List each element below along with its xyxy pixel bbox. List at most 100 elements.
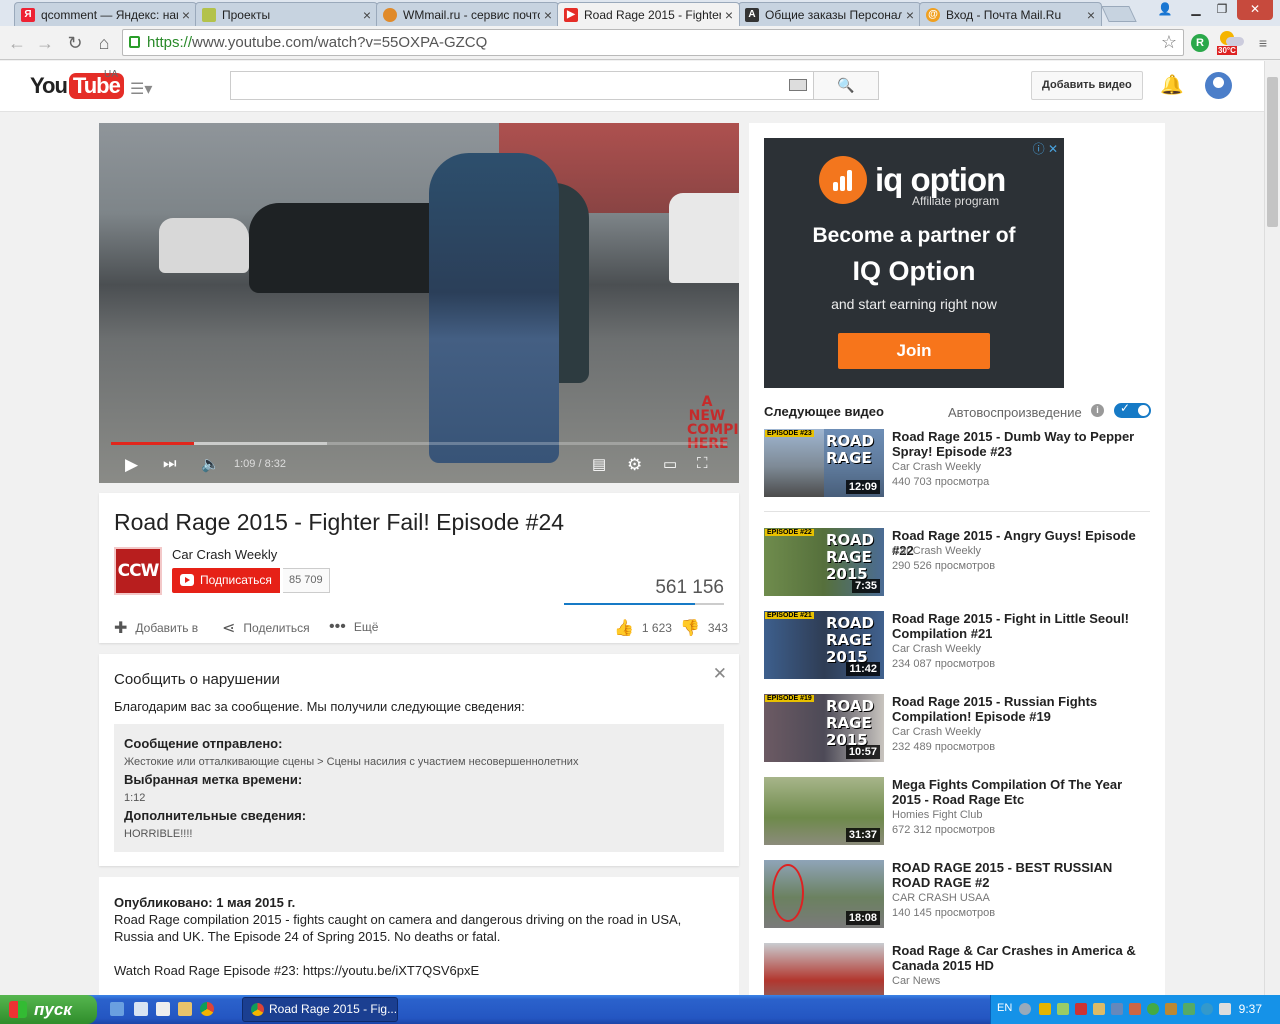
close-icon[interactable]: ✕ (713, 664, 727, 684)
forward-icon[interactable]: → (34, 32, 56, 54)
video-title[interactable]: Road Rage 2015 - Russian Fights Compilat… (892, 694, 1148, 724)
next-icon[interactable]: ⏭ (163, 455, 177, 472)
video-thumbnail[interactable]: ROAD RAGE EPISODE #23 12:09 (764, 429, 884, 497)
extension-icon[interactable]: R (1191, 34, 1209, 52)
video-thumbnail[interactable] (764, 943, 884, 995)
ad-join-button[interactable]: Join (838, 333, 990, 369)
chrome-icon[interactable] (200, 1002, 214, 1016)
browser-tab[interactable]: Я qcomment — Яндекс: наш × (14, 2, 197, 26)
video-title[interactable]: ROAD RAGE 2015 - BEST RUSSIAN ROAD RAGE … (892, 860, 1148, 890)
guide-menu-icon[interactable]: ☰▾ (130, 79, 152, 99)
browser-tab[interactable]: WMmail.ru - сервис почто × (376, 2, 559, 26)
reload-icon[interactable]: ↻ (64, 32, 86, 54)
list-item[interactable]: 31:37 Mega Fights Compilation Of The Yea… (764, 777, 1150, 845)
subtitles-icon[interactable]: ▤ (592, 455, 606, 473)
start-button[interactable]: пуск (0, 995, 97, 1024)
tools-icon[interactable] (178, 1002, 192, 1016)
video-player[interactable]: A NEW COMPILATION HERE ▶ ⏭ 🔈 1:09 / 8:32… (99, 123, 739, 483)
like-button[interactable]: 👍 1 623 (614, 618, 672, 638)
minimize-button[interactable]: ▁ (1183, 0, 1209, 20)
volume-icon[interactable]: 🔈 (201, 455, 220, 473)
weather-icon[interactable]: 30°C (1217, 29, 1246, 57)
address-bar[interactable]: https://www.youtube.com/watch?v=55OXPA-G… (122, 29, 1184, 56)
tray-app-icon[interactable] (1093, 1003, 1105, 1015)
ad-info-close-icon[interactable]: ⓘ ✕ (1033, 140, 1058, 157)
dislike-button[interactable]: 👎 343 (680, 618, 728, 638)
video-thumbnail[interactable]: ROAD RAGE 2015 EPISODE #22 7:35 (764, 528, 884, 596)
list-item[interactable]: ROAD RAGE 2015 EPISODE #22 7:35 Road Rag… (764, 528, 1150, 596)
channel-logo[interactable]: CCW (114, 547, 162, 595)
list-item[interactable]: 18:08 ROAD RAGE 2015 - BEST RUSSIAN ROAD… (764, 860, 1150, 928)
upload-button[interactable]: Добавить видео (1031, 71, 1143, 100)
video-thumbnail[interactable]: 18:08 (764, 860, 884, 928)
list-item[interactable]: Road Rage & Car Crashes in America & Can… (764, 943, 1150, 995)
menu-icon[interactable]: ≡ (1252, 32, 1274, 54)
user-icon[interactable]: 👤 (1152, 0, 1178, 20)
taskbar-item-chrome[interactable]: Road Rage 2015 - Fig... (242, 997, 398, 1022)
advertisement[interactable]: ⓘ ✕ iq option Affiliate program Become a… (764, 138, 1064, 388)
avatar[interactable] (1205, 72, 1232, 99)
ie-icon[interactable] (110, 1002, 124, 1016)
language-indicator[interactable]: EN (997, 1002, 1012, 1014)
list-item[interactable]: ROAD RAGE EPISODE #23 12:09 Road Rage 20… (764, 429, 1150, 497)
back-arrow-icon[interactable] (1019, 1003, 1031, 1015)
tray-app-icon[interactable] (1057, 1003, 1069, 1015)
video-title[interactable]: Road Rage 2015 - Fight in Little Seoul! … (892, 611, 1148, 641)
description-link-line[interactable]: Watch Road Rage Episode #23: https://you… (114, 962, 724, 979)
list-item[interactable]: ROAD RAGE 2015 EPISODE #21 11:42 Road Ra… (764, 611, 1150, 679)
progress-bar[interactable] (111, 442, 727, 445)
close-icon[interactable]: × (363, 7, 371, 23)
info-icon[interactable]: i (1091, 404, 1104, 417)
tray-app-icon[interactable] (1147, 1003, 1159, 1015)
search-button[interactable]: 🔍 (813, 71, 879, 100)
notifications-bell-icon[interactable]: 🔔 (1160, 73, 1184, 97)
keyboard-icon[interactable] (789, 79, 807, 91)
share-button[interactable]: ⋖ Поделиться (222, 618, 310, 638)
page-scrollbar[interactable] (1264, 61, 1280, 995)
tray-app-icon[interactable] (1183, 1003, 1195, 1015)
more-button[interactable]: ••• Ещё (329, 618, 378, 636)
notepad-icon[interactable] (134, 1002, 148, 1016)
play-icon[interactable]: ▶ (125, 455, 138, 475)
fullscreen-icon[interactable]: ⛶ (697, 455, 708, 472)
restore-button[interactable]: ❐ (1209, 0, 1235, 20)
volume-icon[interactable] (1219, 1003, 1231, 1015)
video-thumbnail[interactable]: 31:37 (764, 777, 884, 845)
new-tab-button[interactable] (1101, 6, 1137, 22)
browser-tab[interactable]: Проекты × (195, 2, 378, 26)
bookmark-star-icon[interactable]: ☆ (1161, 30, 1177, 55)
network-icon[interactable] (1201, 1003, 1213, 1015)
video-title[interactable]: Mega Fights Compilation Of The Year 2015… (892, 777, 1148, 807)
list-item[interactable]: ROAD RAGE 2015 EPISODE #19 10:57 Road Ra… (764, 694, 1150, 762)
browser-tab-active[interactable]: ▶ Road Rage 2015 - Fighter × (557, 2, 740, 26)
youtube-logo[interactable]: You Tube UA (30, 69, 124, 101)
warning-icon[interactable] (1039, 1003, 1051, 1015)
tray-app-icon[interactable] (1165, 1003, 1177, 1015)
tray-app-icon[interactable] (1129, 1003, 1141, 1015)
scrollbar-thumb[interactable] (1267, 77, 1278, 227)
browser-tab[interactable]: @ Вход - Почта Mail.Ru × (919, 2, 1102, 26)
add-to-button[interactable]: ✚ Добавить в (114, 618, 198, 638)
video-title[interactable]: Road Rage & Car Crashes in America & Can… (892, 943, 1148, 973)
close-icon[interactable]: × (725, 7, 733, 23)
back-icon[interactable]: ← (6, 32, 28, 54)
autoplay-toggle[interactable]: ✓ (1114, 401, 1151, 418)
browser-tab[interactable]: A Общие заказы Персонал × (738, 2, 921, 26)
close-window-button[interactable]: ✕ (1237, 0, 1273, 20)
video-thumbnail[interactable]: ROAD RAGE 2015 EPISODE #19 10:57 (764, 694, 884, 762)
tray-app-icon[interactable] (1075, 1003, 1087, 1015)
close-icon[interactable]: × (906, 7, 914, 23)
video-title[interactable]: Road Rage 2015 - Dumb Way to Pepper Spra… (892, 429, 1148, 459)
home-icon[interactable]: ⌂ (93, 32, 115, 54)
video-thumbnail[interactable]: ROAD RAGE 2015 EPISODE #21 11:42 (764, 611, 884, 679)
close-icon[interactable]: × (182, 7, 190, 23)
close-icon[interactable]: × (1087, 7, 1095, 23)
theater-mode-icon[interactable]: ▭ (663, 455, 677, 473)
channel-name[interactable]: Car Crash Weekly (172, 547, 277, 562)
tray-app-icon[interactable] (1111, 1003, 1123, 1015)
search-input[interactable] (230, 71, 814, 100)
subscribe-button[interactable]: Подписаться (172, 568, 280, 593)
settings-gear-icon[interactable]: ⚙ (627, 455, 642, 475)
document-icon[interactable] (156, 1002, 170, 1016)
close-icon[interactable]: × (544, 7, 552, 23)
